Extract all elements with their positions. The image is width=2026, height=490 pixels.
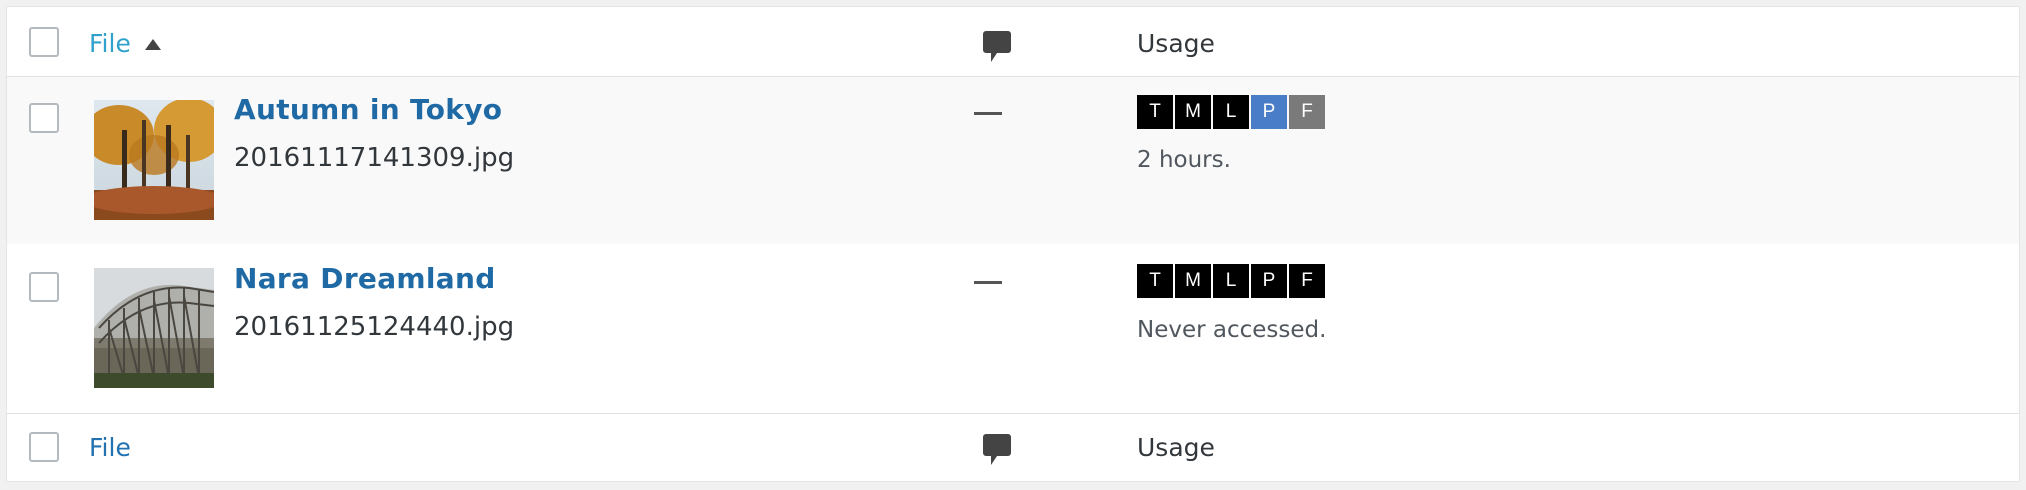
file-column-footer[interactable]: File (89, 433, 131, 462)
file-title-link[interactable]: Autumn in Tokyo (234, 93, 502, 126)
comment-icon[interactable] (983, 31, 1011, 63)
size-badge-p: P (1251, 95, 1287, 129)
size-badge-thumbnail: T (1137, 264, 1173, 298)
no-comments-indicator (974, 281, 1002, 284)
usage-text: Never accessed. (1137, 317, 1327, 343)
table-row: Autumn in Tokyo 20161117141309.jpg T M L… (7, 77, 2019, 244)
media-list-table: File Usage Autumn in Tokyo 2016111714130… (6, 6, 2020, 482)
thumbnail-image[interactable] (94, 100, 214, 220)
usage-column-footer: Usage (1137, 433, 1215, 462)
size-badge-medium: M (1175, 264, 1211, 298)
select-all-checkbox-footer[interactable] (29, 432, 59, 462)
file-title-link[interactable]: Nara Dreamland (234, 262, 496, 295)
sort-ascending-icon[interactable] (145, 39, 161, 50)
size-badge-full: F (1289, 95, 1325, 129)
table-footer: File Usage (7, 413, 2019, 481)
row-checkbox[interactable] (29, 103, 59, 133)
table-header: File Usage (7, 7, 2019, 77)
thumbnail-image[interactable] (94, 268, 214, 388)
size-badge-thumbnail: T (1137, 95, 1173, 129)
usage-column-header: Usage (1137, 29, 1215, 58)
size-badge-p: P (1251, 264, 1287, 298)
file-name: 20161117141309.jpg (234, 143, 515, 173)
size-badge-large: L (1213, 95, 1249, 129)
usage-text: 2 hours. (1137, 147, 1231, 173)
file-name: 20161125124440.jpg (234, 312, 515, 342)
no-comments-indicator (974, 112, 1002, 115)
file-column-header[interactable]: File (89, 29, 131, 58)
select-all-checkbox[interactable] (29, 27, 59, 57)
size-badges: T M L P F (1137, 264, 1325, 298)
table-row: Nara Dreamland 20161125124440.jpg T M L … (7, 244, 2019, 413)
comment-icon[interactable] (983, 434, 1011, 466)
row-checkbox[interactable] (29, 272, 59, 302)
size-badges: T M L P F (1137, 95, 1325, 129)
size-badge-full: F (1289, 264, 1325, 298)
size-badge-large: L (1213, 264, 1249, 298)
size-badge-medium: M (1175, 95, 1211, 129)
